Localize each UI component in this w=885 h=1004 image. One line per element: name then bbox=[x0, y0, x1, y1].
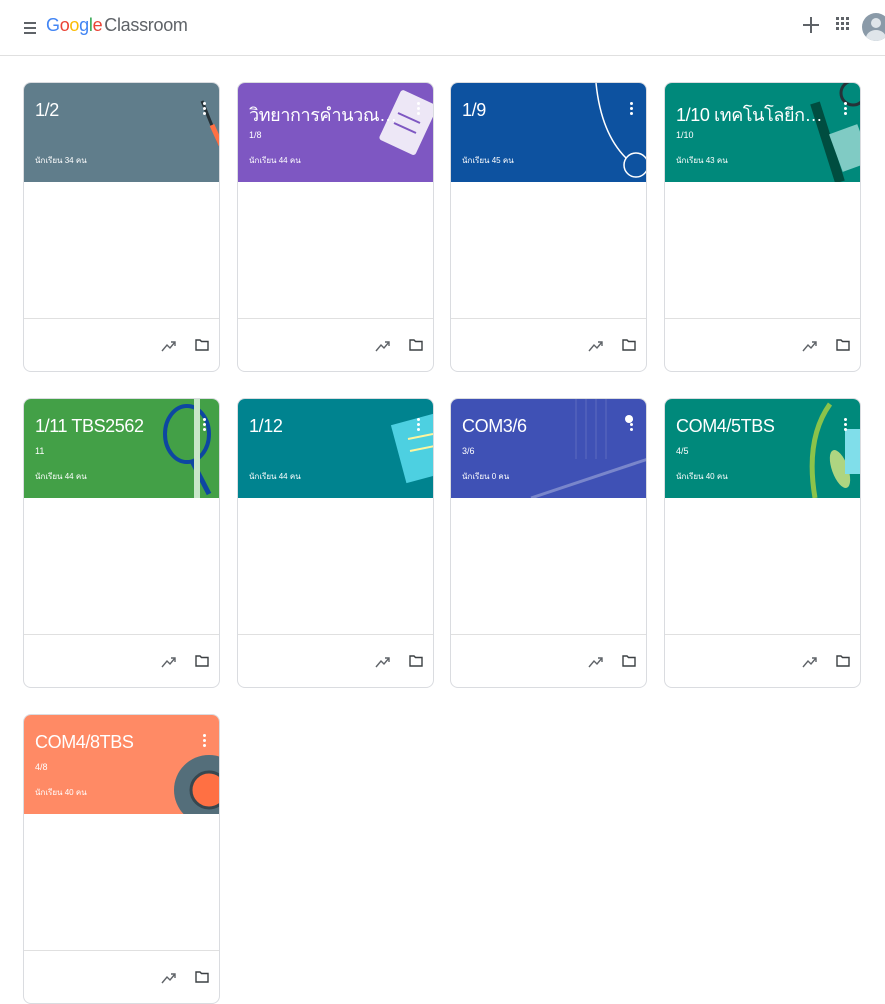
class-card[interactable]: 1/10 เทคโนโลยีการออ... 1/10 นักเรียน 43 … bbox=[664, 82, 861, 372]
class-section: 3/6 bbox=[462, 446, 475, 456]
card-footer bbox=[238, 634, 433, 687]
banner-illustration bbox=[809, 402, 860, 498]
student-count: นักเรียน 40 คน bbox=[676, 472, 728, 481]
trending-up-icon[interactable] bbox=[588, 339, 604, 353]
student-count: นักเรียน 45 คน bbox=[462, 156, 514, 165]
main-menu-icon[interactable] bbox=[22, 17, 44, 39]
student-count: นักเรียน 44 คน bbox=[35, 472, 87, 481]
class-card[interactable]: COM4/8TBS 4/8 นักเรียน 40 คน bbox=[23, 714, 220, 1004]
more-options-icon[interactable] bbox=[201, 101, 207, 117]
student-count: นักเรียน 44 คน bbox=[249, 156, 301, 165]
product-name: Classroom bbox=[104, 15, 188, 35]
card-header-banner[interactable]: 1/12 นักเรียน 44 คน bbox=[238, 399, 433, 498]
folder-icon[interactable] bbox=[409, 655, 423, 667]
card-footer bbox=[451, 634, 646, 687]
class-section: 4/5 bbox=[676, 446, 689, 456]
trending-up-icon[interactable] bbox=[588, 655, 604, 669]
trending-up-icon[interactable] bbox=[161, 655, 177, 669]
class-title[interactable]: 1/2 bbox=[35, 100, 185, 121]
card-header-banner[interactable]: COM4/5TBS 4/5 นักเรียน 40 คน bbox=[665, 399, 860, 498]
class-section: 1/10 bbox=[676, 130, 694, 140]
class-section: 11 bbox=[35, 446, 45, 456]
card-header-banner[interactable]: 1/2 นักเรียน 34 คน bbox=[24, 83, 219, 182]
class-card[interactable]: 1/9 นักเรียน 45 คน bbox=[450, 82, 647, 372]
card-footer bbox=[451, 318, 646, 371]
banner-illustration bbox=[530, 399, 646, 498]
trending-up-icon[interactable] bbox=[802, 655, 818, 669]
card-footer bbox=[24, 950, 219, 1003]
student-count: นักเรียน 43 คน bbox=[676, 156, 728, 165]
class-section: 4/8 bbox=[35, 762, 48, 772]
more-options-icon[interactable] bbox=[201, 733, 207, 749]
class-title[interactable]: 1/11 TBS2562 bbox=[35, 416, 185, 437]
class-card[interactable]: วิทยาการคำนวณ1/8TBS 1/8 นักเรียน 44 คน bbox=[237, 82, 434, 372]
banner-illustration bbox=[174, 755, 219, 814]
card-footer bbox=[665, 318, 860, 371]
class-card[interactable]: COM3/6 3/6 นักเรียน 0 คน bbox=[450, 398, 647, 688]
folder-icon[interactable] bbox=[195, 971, 209, 983]
class-title[interactable]: COM4/5TBS bbox=[676, 416, 826, 437]
class-section: 1/8 bbox=[249, 130, 262, 140]
trending-up-icon[interactable] bbox=[375, 339, 391, 353]
card-footer bbox=[24, 318, 219, 371]
trending-up-icon[interactable] bbox=[375, 655, 391, 669]
card-footer bbox=[238, 318, 433, 371]
card-header-banner[interactable]: 1/11 TBS2562 11 นักเรียน 44 คน bbox=[24, 399, 219, 498]
top-app-bar: Google Classroom bbox=[0, 0, 885, 56]
banner-illustration bbox=[379, 90, 433, 155]
folder-icon[interactable] bbox=[195, 339, 209, 351]
banner-illustration bbox=[163, 399, 212, 498]
folder-icon[interactable] bbox=[409, 339, 423, 351]
more-options-icon[interactable] bbox=[628, 417, 634, 433]
class-title[interactable]: COM3/6 bbox=[462, 416, 612, 437]
card-header-banner[interactable]: 1/10 เทคโนโลยีการออ... 1/10 นักเรียน 43 … bbox=[665, 83, 860, 182]
class-card[interactable]: 1/2 นักเรียน 34 คน bbox=[23, 82, 220, 372]
banner-illustration bbox=[810, 83, 860, 182]
student-count: นักเรียน 44 คน bbox=[249, 472, 301, 481]
class-title[interactable]: 1/12 bbox=[249, 416, 399, 437]
class-card[interactable]: 1/11 TBS2562 11 นักเรียน 44 คน bbox=[23, 398, 220, 688]
folder-icon[interactable] bbox=[836, 339, 850, 351]
folder-icon[interactable] bbox=[622, 339, 636, 351]
class-title[interactable]: วิทยาการคำนวณ1/8TBS bbox=[249, 100, 399, 129]
class-title[interactable]: 1/9 bbox=[462, 100, 612, 121]
banner-illustration bbox=[595, 83, 646, 178]
class-card[interactable]: 1/12 นักเรียน 44 คน bbox=[237, 398, 434, 688]
folder-icon[interactable] bbox=[195, 655, 209, 667]
trending-up-icon[interactable] bbox=[161, 339, 177, 353]
folder-icon[interactable] bbox=[836, 655, 850, 667]
card-header-banner[interactable]: วิทยาการคำนวณ1/8TBS 1/8 นักเรียน 44 คน bbox=[238, 83, 433, 182]
create-or-join-class-icon[interactable] bbox=[800, 14, 822, 36]
more-options-icon[interactable] bbox=[842, 417, 848, 433]
more-options-icon[interactable] bbox=[628, 101, 634, 117]
student-count: นักเรียน 34 คน bbox=[35, 156, 87, 165]
card-footer bbox=[665, 634, 860, 687]
folder-icon[interactable] bbox=[622, 655, 636, 667]
class-card[interactable]: COM4/5TBS 4/5 นักเรียน 40 คน bbox=[664, 398, 861, 688]
more-options-icon[interactable] bbox=[842, 101, 848, 117]
banner-illustration bbox=[200, 100, 219, 147]
banner-illustration bbox=[390, 413, 433, 484]
account-avatar[interactable] bbox=[862, 13, 885, 41]
more-options-icon[interactable] bbox=[415, 101, 421, 117]
google-apps-icon[interactable] bbox=[836, 17, 850, 31]
card-footer bbox=[24, 634, 219, 687]
class-title[interactable]: COM4/8TBS bbox=[35, 732, 185, 753]
student-count: นักเรียน 40 คน bbox=[35, 788, 87, 797]
trending-up-icon[interactable] bbox=[802, 339, 818, 353]
more-options-icon[interactable] bbox=[415, 417, 421, 433]
card-header-banner[interactable]: 1/9 นักเรียน 45 คน bbox=[451, 83, 646, 182]
more-options-icon[interactable] bbox=[201, 417, 207, 433]
card-header-banner[interactable]: COM3/6 3/6 นักเรียน 0 คน bbox=[451, 399, 646, 498]
trending-up-icon[interactable] bbox=[161, 971, 177, 985]
card-header-banner[interactable]: COM4/8TBS 4/8 นักเรียน 40 คน bbox=[24, 715, 219, 814]
google-classroom-logo[interactable]: Google Classroom bbox=[46, 15, 188, 36]
class-title[interactable]: 1/10 เทคโนโลยีการออ... bbox=[676, 100, 826, 129]
student-count: นักเรียน 0 คน bbox=[462, 472, 510, 481]
